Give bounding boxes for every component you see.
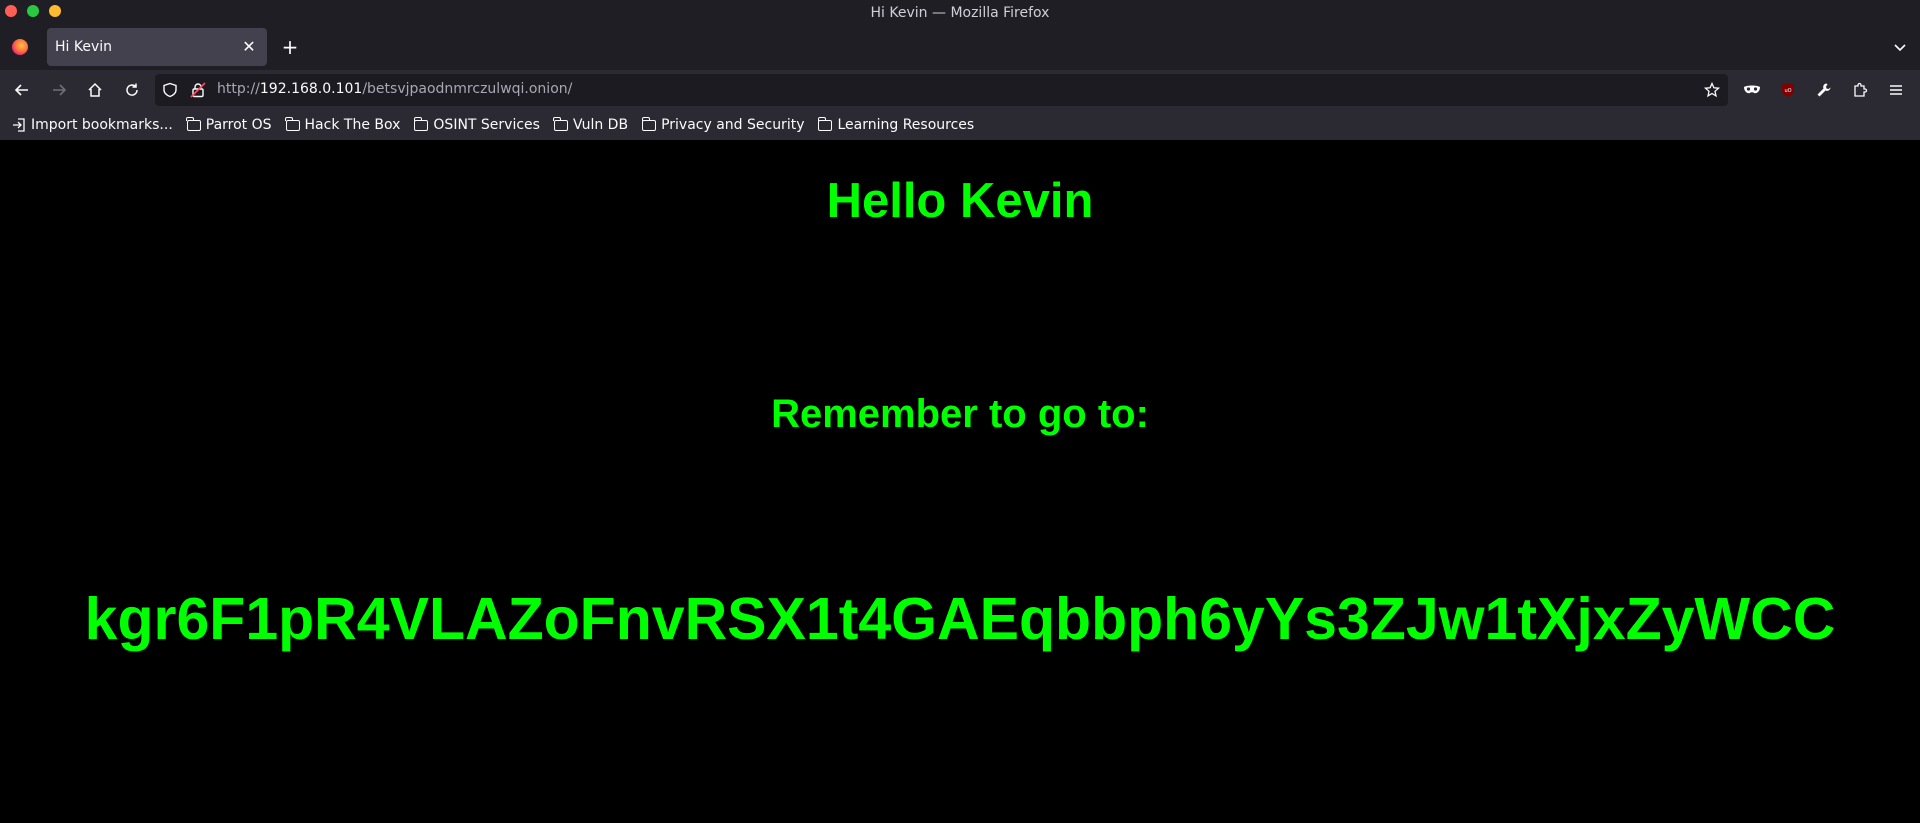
close-window-button[interactable] [5, 5, 17, 17]
bookmark-star-icon[interactable] [1704, 82, 1720, 98]
list-all-tabs-button[interactable] [1892, 39, 1908, 55]
insecure-lock-icon[interactable] [190, 82, 206, 98]
ublock-shield-icon: uO [1782, 83, 1794, 97]
svg-text:uO: uO [1784, 88, 1791, 94]
tab-hi-kevin[interactable]: Hi Kevin ✕ [47, 28, 267, 66]
address-bar[interactable]: http://192.168.0.101/betsvjpaodnmrczulwq… [155, 74, 1728, 106]
page-heading: Hello Kevin [826, 174, 1094, 228]
ublock-origin-button[interactable]: uO [1776, 78, 1800, 102]
bookmark-label: Import bookmarks... [31, 117, 173, 133]
destination-code: kgr6F1pR4VLAZoFnvRSX1t4GAEqbbph6yYs3ZJw1… [84, 586, 1836, 652]
forward-button[interactable] [47, 78, 71, 102]
wrench-icon [1817, 83, 1831, 97]
window-titlebar: Hi Kevin — Mozilla Firefox [0, 0, 1920, 25]
home-button[interactable] [83, 78, 107, 102]
bookmark-folder-osint-services[interactable]: OSINT Services [413, 116, 540, 133]
bookmark-label: Parrot OS [205, 117, 272, 133]
window-controls [5, 5, 61, 17]
folder-icon [817, 116, 833, 131]
bookmarks-toolbar: Import bookmarks... Parrot OS Hack The B… [0, 110, 1920, 140]
puzzle-piece-icon [1854, 82, 1868, 97]
folder-icon [553, 116, 568, 131]
folder-icon [285, 116, 300, 131]
new-tab-button[interactable]: + [280, 37, 300, 57]
url-path: /betsvjpaodnmrczulwqi.onion/ [362, 81, 573, 97]
bookmark-folder-hack-the-box[interactable]: Hack The Box [285, 116, 401, 133]
folder-icon [413, 116, 429, 131]
bookmark-label: Learning Resources [837, 117, 975, 133]
tab-label: Hi Kevin [55, 39, 113, 55]
url-scheme: http:// [217, 81, 260, 97]
developer-tools-button[interactable] [1812, 78, 1836, 102]
extensions-button[interactable] [1848, 78, 1872, 102]
folder-icon [641, 116, 657, 131]
url-text[interactable]: http://192.168.0.101/betsvjpaodnmrczulwq… [217, 81, 572, 97]
folder-icon [186, 116, 201, 131]
hamburger-menu-icon [1890, 85, 1902, 95]
bookmark-label: Hack The Box [304, 117, 401, 133]
back-button[interactable] [10, 78, 34, 102]
url-host: 192.168.0.101 [259, 81, 363, 97]
close-tab-icon[interactable]: ✕ [239, 37, 259, 57]
bookmark-folder-parrot-os[interactable]: Parrot OS [186, 116, 272, 133]
forward-arrow-icon [53, 84, 67, 96]
bookmark-import[interactable]: Import bookmarks... [12, 117, 173, 133]
bookmark-label: OSINT Services [433, 117, 540, 133]
home-icon [88, 82, 102, 97]
private-mask-button[interactable] [1740, 78, 1764, 102]
chevron-down-icon [1894, 44, 1906, 52]
bookmark-folder-learning-resources[interactable]: Learning Resources [817, 116, 975, 133]
window-title: Hi Kevin — Mozilla Firefox [870, 4, 1050, 21]
tab-strip: Hi Kevin ✕ + [0, 25, 1920, 70]
import-icon [13, 118, 25, 132]
back-arrow-icon [14, 84, 28, 96]
mask-icon [1744, 85, 1760, 94]
page-subheading: Remember to go to: [771, 392, 1149, 436]
app-menu-button[interactable] [1884, 78, 1908, 102]
reload-button[interactable] [120, 78, 144, 102]
bookmark-folder-privacy-and-security[interactable]: Privacy and Security [641, 116, 805, 133]
firefox-logo-icon[interactable] [12, 39, 28, 55]
bookmark-label: Privacy and Security [661, 117, 805, 133]
reload-icon [126, 83, 138, 96]
page-content: Hello Kevin Remember to go to: kgr6F1pR4… [0, 140, 1920, 823]
shield-icon[interactable] [162, 82, 178, 98]
bookmark-folder-vuln-db[interactable]: Vuln DB [553, 116, 629, 133]
maximize-window-button[interactable] [27, 5, 39, 17]
minimize-window-button[interactable] [49, 5, 61, 17]
bookmark-label: Vuln DB [572, 117, 629, 133]
navigation-toolbar: http://192.168.0.101/betsvjpaodnmrczulwq… [0, 70, 1920, 110]
